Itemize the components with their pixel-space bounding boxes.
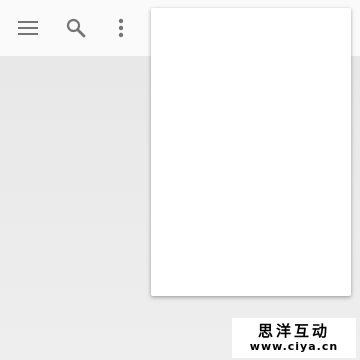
search-icon — [66, 18, 86, 38]
more-vert-icon — [118, 18, 124, 38]
watermark-url: www.ciya.cn — [249, 340, 339, 353]
overflow-menu-button[interactable] — [103, 10, 139, 46]
overflow-dropdown-menu[interactable] — [151, 8, 351, 296]
menu-button[interactable] — [10, 10, 46, 46]
hamburger-menu-icon — [18, 21, 38, 35]
watermark: 思洋互动 www.ciya.cn — [232, 318, 356, 358]
search-button[interactable] — [58, 10, 94, 46]
watermark-title: 思洋互动 — [257, 322, 330, 340]
